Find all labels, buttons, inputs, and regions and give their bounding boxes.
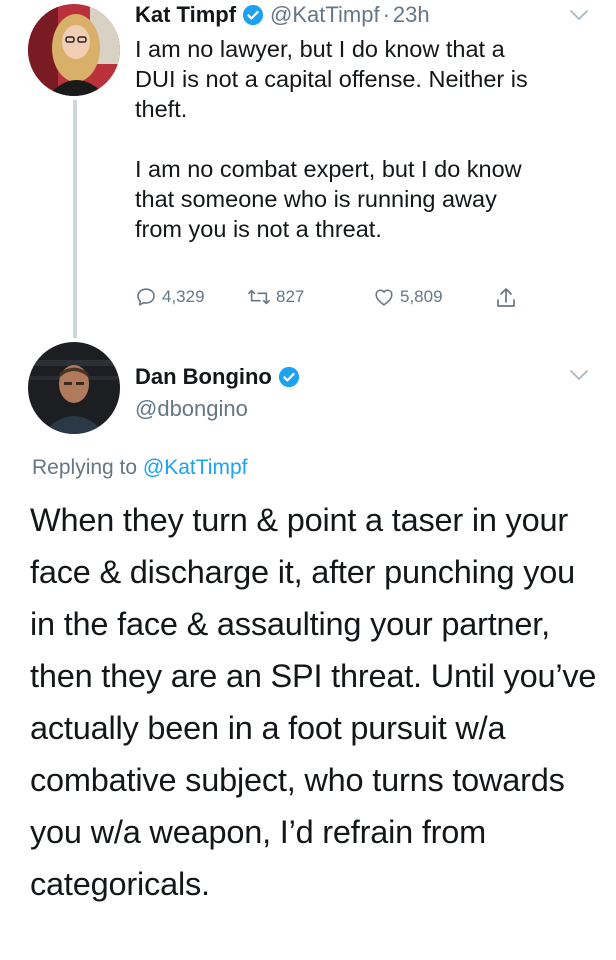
share-button[interactable] (495, 286, 522, 310)
replying-to-prefix: Replying to (32, 456, 138, 479)
parent-timestamp[interactable]: 23h (393, 2, 430, 28)
reply-tweet-text: When they turn & point a taser in your f… (30, 502, 597, 902)
retweet-button[interactable]: 827 (247, 286, 304, 308)
like-count: 5,809 (400, 287, 443, 306)
reply-handle[interactable]: @dbongino (135, 396, 248, 422)
reply-tweet-header: Dan Bongino (135, 362, 300, 392)
time-separator: · (382, 2, 390, 27)
reply-icon (137, 288, 155, 306)
replying-to-line: Replying to @KatTimpf (32, 456, 247, 480)
chevron-down-icon[interactable] (568, 368, 590, 382)
share-icon (497, 288, 515, 307)
parent-tweet-header: Kat Timpf @KatTimpf · 23h (135, 0, 430, 30)
retweet-count: 827 (276, 287, 305, 306)
parent-handle[interactable]: @KatTimpf (270, 2, 380, 28)
reply-button[interactable]: 4,329 (135, 286, 205, 308)
reply-display-name[interactable]: Dan Bongino (135, 364, 272, 390)
replying-to-mention[interactable]: @KatTimpf (143, 456, 248, 479)
chevron-down-icon[interactable] (568, 8, 590, 22)
heart-icon (375, 289, 393, 306)
reply-count: 4,329 (162, 287, 205, 306)
thread-connector-line (73, 100, 77, 338)
verified-badge-icon (278, 366, 300, 388)
parent-tweet-text: I am no lawyer, but I do know that a DUI… (135, 36, 528, 242)
retweet-icon (248, 289, 270, 305)
reply-handle-row: @dbongino (135, 394, 248, 424)
parent-display-name[interactable]: Kat Timpf (135, 2, 236, 28)
kat-timpf-avatar[interactable] (28, 4, 120, 96)
dan-bongino-avatar[interactable] (28, 342, 120, 434)
like-button[interactable]: 5,809 (373, 286, 443, 308)
verified-badge-icon (242, 4, 264, 26)
